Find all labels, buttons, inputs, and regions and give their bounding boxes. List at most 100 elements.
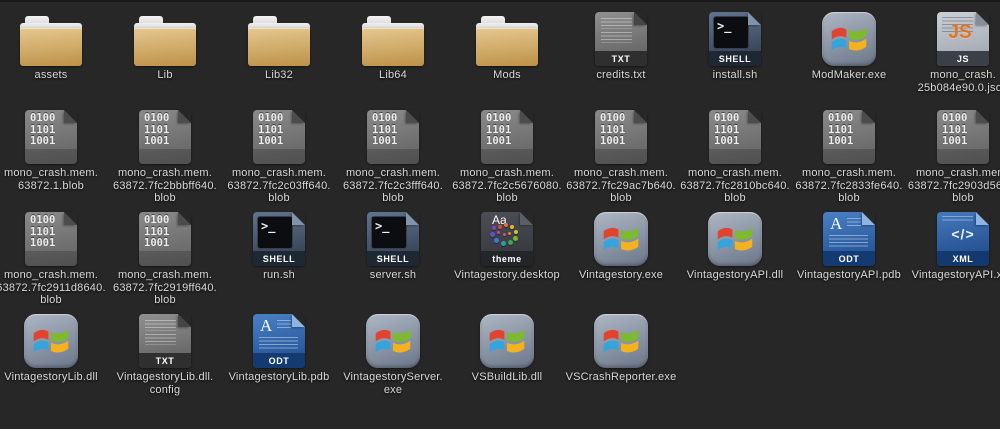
folder-item[interactable]: Lib64 [336,10,450,108]
file-type-badge: TXT [156,356,175,366]
file-item[interactable]: >_ SHELL install.sh [678,10,792,108]
corner-cut [64,212,77,225]
windows-logo-icon [602,324,640,358]
file-icon-slot [24,312,78,368]
file-type-band [937,149,989,164]
file-type-band [367,149,419,164]
corner-cut [178,110,191,123]
file-item[interactable]: 0100 1101 1001 mono_crash.mem. 63872.7fc… [564,108,678,210]
windows-executable-icon [708,212,762,266]
file-name-label: ModMaker.exe [812,69,887,82]
file-type-band [25,149,77,164]
file-type-band: ODT [253,353,305,368]
folder-body [362,28,424,66]
file-icon-slot: 0100 1101 1001 [367,108,419,164]
terminal-prompt-icon: >_ [372,217,406,233]
binary-text: 0100 1101 1001 [144,215,169,250]
color-dot [492,226,496,230]
file-name-label: mono_crash.mem. 63872.1.blob [4,167,98,192]
file-item[interactable]: JS JS mono_crash. 25b084e90.0.json [906,10,1000,108]
folder-icon [476,16,538,66]
odt-document-icon: A ODT [823,212,875,266]
file-item[interactable]: 0100 1101 1001 mono_crash.mem. 63872.7fc… [108,108,222,210]
file-item[interactable]: TXT VintagestoryLib.dll. config [108,312,222,429]
xml-file-icon: </> XML [937,212,989,266]
file-icon-slot: 0100 1101 1001 [139,210,191,266]
binary-text: 0100 1101 1001 [828,113,853,148]
file-item[interactable]: ModMaker.exe [792,10,906,108]
file-name-label: mono_crash.mem. 63872.7fc2c03ff640. blob [227,167,330,205]
file-item[interactable]: 0100 1101 1001 mono_crash.mem. 63872.7fc… [0,210,108,312]
file-item[interactable]: 0100 1101 1001 mono_crash.mem. 63872.7fc… [450,108,564,210]
windows-executable-icon [366,314,420,368]
file-icon-slot [594,312,648,368]
file-name-label: VintagestoryAPI.dll [687,269,784,282]
binary-text: 0100 1101 1001 [30,113,55,148]
binary-blob-icon: 0100 1101 1001 [595,110,647,164]
corner-cut [976,110,989,123]
file-icon-slot [366,312,420,368]
shell-script-icon: >_ SHELL [709,12,761,66]
folder-item[interactable]: Lib32 [222,10,336,108]
windows-executable-icon [594,212,648,266]
text-lines [601,18,632,29]
corner-cut [292,212,305,225]
windows-logo-icon [32,324,70,358]
folder-item[interactable]: assets [0,10,108,108]
file-name-label: Vintagestory.desktop [454,269,560,282]
folder-item[interactable]: Mods [450,10,564,108]
windows-logo-icon [602,222,640,256]
terminal-prompt-icon: >_ [714,17,748,33]
file-item[interactable]: 0100 1101 1001 mono_crash.mem. 63872.7fc… [222,108,336,210]
shell-script-icon: >_ SHELL [367,212,419,266]
file-item[interactable]: VintagestoryLib.dll [0,312,108,429]
file-icon-slot: 0100 1101 1001 [937,108,989,164]
file-item[interactable]: 0100 1101 1001 mono_crash.mem. 63872.7fc… [792,108,906,210]
text-lines [145,334,176,345]
windows-logo-icon [374,324,412,358]
folder-icon [134,16,196,66]
file-item[interactable]: A ODT VintagestoryLib.pdb [222,312,336,429]
file-item[interactable]: 0100 1101 1001 mono_crash.mem. 63872.7fc… [336,108,450,210]
file-icon-slot: 0100 1101 1001 [25,210,77,266]
terminal-screen: >_ [371,216,407,249]
file-item[interactable]: </> XML VintagestoryAPI.xml [906,210,1000,312]
binary-text: 0100 1101 1001 [486,113,511,148]
windows-executable-icon [594,314,648,368]
file-item[interactable]: VintagestoryAPI.dll [678,210,792,312]
file-item[interactable]: A ODT VintagestoryAPI.pdb [792,210,906,312]
file-type-band: JS [937,51,989,66]
file-item[interactable]: VSBuildLib.dll [450,312,564,429]
folder-icon [248,16,310,66]
file-type-band [595,149,647,164]
file-icon-slot: </> XML [937,210,989,266]
file-type-band: theme [481,251,533,266]
file-name-label: mono_crash.mem. 63872.7fc2903d5640. blob [908,167,1000,205]
file-type-band [25,251,77,266]
file-icon-slot: 0100 1101 1001 [139,108,191,164]
file-icon-slot: >_ SHELL [367,210,419,266]
corner-cut [520,110,533,123]
file-name-label: mono_crash.mem. 63872.7fc2810bc640. blob [680,167,790,205]
file-item[interactable]: TXT credits.txt [564,10,678,108]
file-item[interactable]: Vintagestory.exe [564,210,678,312]
json-file-icon: JS JS [937,12,989,66]
folder-item[interactable]: Lib [108,10,222,108]
binary-text: 0100 1101 1001 [372,113,397,148]
file-item[interactable]: VSCrashReporter.exe [564,312,678,429]
file-item[interactable]: 0100 1101 1001 mono_crash.mem. 63872.7fc… [108,210,222,312]
file-item[interactable]: Aa theme Vintagestory.desktop [450,210,564,312]
corner-cut [406,110,419,123]
file-item[interactable]: VintagestoryServer. exe [336,312,450,429]
file-item[interactable]: 0100 1101 1001 mono_crash.mem. 63872.7fc… [906,108,1000,210]
file-item[interactable]: 0100 1101 1001 mono_crash.mem. 63872.7fc… [678,108,792,210]
file-type-badge: SHELL [263,254,296,264]
file-item[interactable]: >_ SHELL server.sh [336,210,450,312]
file-item[interactable]: 0100 1101 1001 mono_crash.mem. 63872.1.b… [0,108,108,210]
file-type-badge: SHELL [719,54,752,64]
corner-cut [178,212,191,225]
color-dot [504,223,508,227]
file-name-label: run.sh [263,269,295,282]
corner-cut [406,212,419,225]
file-item[interactable]: >_ SHELL run.sh [222,210,336,312]
